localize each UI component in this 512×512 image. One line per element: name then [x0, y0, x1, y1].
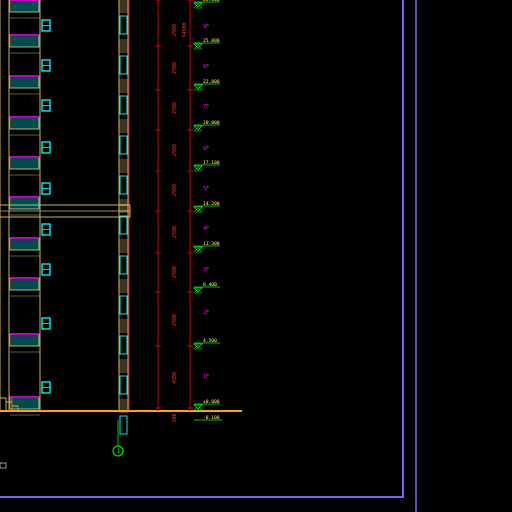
total-height-label: 34900: [182, 22, 188, 37]
building-facade: [0, 0, 131, 410]
balcony-4: [9, 156, 40, 176]
elevation-label: 25.800: [203, 38, 220, 44]
level-marker: 20.000: [193, 120, 220, 132]
elevation-label: 20.000: [203, 120, 220, 126]
elevation-label: 17.100: [203, 160, 220, 166]
floor-label: 1F: [203, 374, 209, 380]
floor-elements: [9, 0, 51, 416]
slot-window: [119, 95, 128, 115]
slot-window: [119, 295, 128, 315]
level-marker: 11.300: [193, 241, 220, 253]
dimension-label: 2900: [172, 24, 178, 36]
floor-label: 8F: [203, 64, 209, 70]
slot-window: [119, 135, 128, 155]
level-marker: ±0.000: [193, 399, 220, 411]
level-marker: -0.100: [194, 415, 222, 421]
cad-elevation-drawing: 34900 2900 2900 2900 2900 2900 2900 2900 2900 45…: [0, 0, 417, 512]
dimension-labels: 2900 2900 2900 2900 2900 2900 2900 2900 4500 100: [172, 24, 178, 423]
slot-window: [119, 375, 128, 395]
floor-label: 5F: [203, 186, 209, 192]
balcony-3: [9, 116, 40, 136]
floor-label: 6F: [203, 146, 209, 152]
slot-window: [119, 55, 128, 75]
balcony-2: [9, 75, 40, 95]
slot-window: [119, 255, 128, 275]
axis-label: 1: [116, 448, 120, 455]
dimension-column: [157, 0, 191, 411]
level-marker: 28.000: [193, 0, 220, 9]
slot-window: [119, 415, 128, 435]
dimension-label: 2900: [172, 266, 178, 278]
level-marker: 22.800: [193, 79, 220, 91]
elevation-label: ±0.000: [203, 399, 220, 405]
dimension-label: 2900: [172, 226, 178, 238]
floor-label: 2F: [203, 310, 209, 316]
slot-window: [119, 15, 128, 35]
balcony-7: [9, 277, 40, 297]
dimension-label: 2900: [172, 62, 178, 74]
balcony-5: [9, 196, 40, 216]
balcony-6: [9, 237, 40, 257]
dimension-ticks: [155, 0, 193, 409]
balcony-8: [9, 333, 40, 353]
note-mark: [0, 462, 7, 469]
floor-label: 4F: [203, 226, 209, 232]
elevation-label: 28.000: [203, 0, 220, 3]
level-marker: 17.100: [193, 160, 220, 172]
dimension-label: 4500: [172, 372, 178, 384]
balcony-0: [9, 0, 40, 19]
drawing-frame-inner: [0, 0, 404, 498]
level-marker: 4.500: [193, 338, 220, 350]
dimension-label: 2900: [172, 102, 178, 114]
elevation-label: 14.200: [203, 201, 220, 207]
elevation-label: 22.800: [203, 79, 220, 85]
dimension-label: 100: [172, 413, 178, 422]
elevation-label: -0.100: [203, 415, 220, 421]
slot-window: [119, 175, 128, 195]
elevation-label: 11.300: [203, 241, 220, 247]
level-marker: 25.800: [193, 38, 220, 50]
dimension-label: 2900: [172, 184, 178, 196]
level-marker: 8.400: [193, 282, 220, 294]
slot-window: [119, 215, 128, 235]
dimension-label: 2900: [172, 144, 178, 156]
floor-label: 7F: [203, 104, 209, 110]
floor-label: 3F: [203, 267, 209, 273]
dimension-label: 2900: [172, 314, 178, 326]
balcony-1: [9, 34, 40, 54]
elevation-label: 8.400: [203, 282, 217, 288]
floor-label: 9F: [203, 24, 209, 30]
level-marker: 14.200: [193, 201, 220, 213]
axis-marker: 1: [112, 420, 124, 457]
slot-window: [119, 335, 128, 355]
elevation-label: 4.500: [203, 338, 217, 344]
